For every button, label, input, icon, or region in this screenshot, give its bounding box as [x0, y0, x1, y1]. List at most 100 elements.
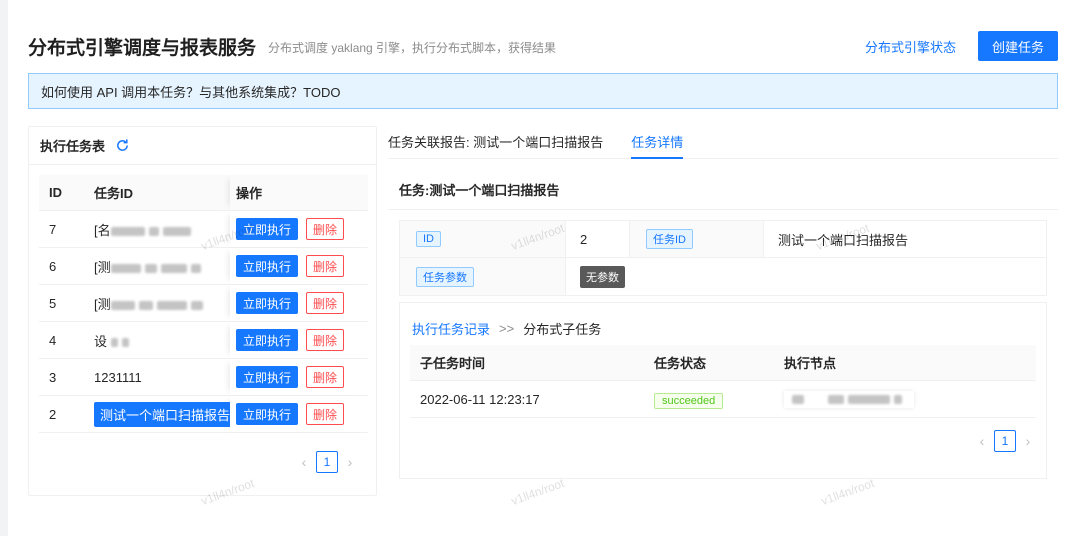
detail-tabs: 任务关联报告: 测试一个端口扫描报告 任务详情	[388, 126, 1058, 159]
redacted-text	[148, 226, 159, 236]
redacted-text	[110, 226, 145, 236]
col-actions: 操作	[230, 175, 368, 210]
redacted-text	[160, 263, 187, 273]
tab-related-report[interactable]: 任务关联报告: 测试一个端口扫描报告	[388, 126, 603, 159]
row-task-id-text: 设	[94, 333, 108, 349]
row-actions: 立即执行 删除	[230, 285, 368, 321]
chevron-left-icon[interactable]: ‹	[974, 433, 990, 449]
row-task-id: 测试一个端口扫描报告	[91, 401, 230, 427]
redacted-text	[110, 263, 141, 273]
params-value-cell: 无参数	[566, 258, 1046, 295]
run-now-button[interactable]: 立即执行	[236, 329, 299, 351]
run-now-button[interactable]: 立即执行	[236, 403, 299, 425]
breadcrumb-separator: >>	[499, 321, 515, 336]
delete-button[interactable]: 删除	[306, 366, 345, 388]
task-table-card: 执行任务表 ID 任务ID 操作 7 [名 立即执行 删除 6 [测 立即执行 删除…	[28, 126, 377, 496]
row-task-id: [测	[91, 294, 230, 313]
chevron-right-icon[interactable]: ›	[1020, 433, 1036, 449]
subtask-table: 子任务时间 任务状态 执行节点 2022-06-11 12:23:17 succ…	[410, 345, 1036, 418]
redacted-text	[190, 300, 203, 310]
task-detail-card: 任务:测试一个端口扫描报告 ID 2 任务ID 测试一个端口扫描报告 任务参数 …	[388, 170, 1058, 492]
subtask-table-head: 子任务时间 任务状态 执行节点	[410, 345, 1036, 381]
task-table-header: 执行任务表	[29, 127, 376, 165]
id-label-cell: ID	[400, 221, 566, 257]
delete-button[interactable]: 删除	[306, 218, 345, 240]
row-id: 3	[49, 369, 57, 385]
row-id: 2	[49, 406, 57, 422]
chevron-left-icon[interactable]: ‹	[296, 454, 312, 470]
row-task-id-text: [测	[94, 296, 111, 312]
breadcrumb-task-records[interactable]: 执行任务记录	[412, 319, 490, 338]
params-value-tag: 无参数	[580, 265, 625, 288]
reload-icon[interactable]	[115, 138, 130, 153]
left-edge-strip	[0, 0, 8, 536]
chevron-right-icon[interactable]: ›	[342, 454, 358, 470]
subtask-time: 2022-06-11 12:23:17	[420, 391, 540, 407]
delete-button[interactable]: 删除	[306, 329, 345, 351]
page-number[interactable]: 1	[316, 451, 338, 473]
row-task-id-text: [名	[94, 222, 111, 238]
delete-button[interactable]: 删除	[306, 403, 345, 425]
row-id: 7	[49, 221, 57, 237]
id-value: 2	[566, 221, 630, 257]
redacted-text	[110, 337, 118, 347]
row-task-id: [名	[91, 220, 230, 239]
row-id: 5	[49, 295, 57, 311]
page-title: 分布式引擎调度与报表服务	[28, 37, 257, 59]
col-exec-node: 执行节点	[784, 356, 837, 371]
desc-row: ID 2 任务ID 测试一个端口扫描报告	[400, 221, 1046, 258]
row-actions: 立即执行 删除	[230, 248, 368, 284]
subtask-pagination: ‹ 1 ›	[974, 430, 1036, 452]
page-header: 分布式引擎调度与报表服务 分布式调度 yaklang 引擎，执行分布式脚本，获得…	[28, 30, 1058, 62]
task-table-head: ID 任务ID 操作	[39, 175, 368, 211]
breadcrumb: 执行任务记录 >> 分布式子任务	[412, 319, 601, 338]
breadcrumb-current: 分布式子任务	[523, 322, 602, 337]
table-row: 5 [测 立即执行 删除	[39, 285, 368, 322]
row-task-id: 设	[91, 331, 230, 350]
table-row: 2 测试一个端口扫描报告 立即执行 删除	[39, 396, 368, 433]
col-subtask-time: 子任务时间	[420, 356, 486, 371]
redacted-text	[144, 263, 157, 273]
task-id-value: 测试一个端口扫描报告	[778, 232, 909, 248]
create-task-button[interactable]: 创建任务	[978, 31, 1058, 61]
redacted-text	[792, 394, 804, 404]
page-number[interactable]: 1	[994, 430, 1016, 452]
subtask-status-cell: succeeded	[642, 392, 776, 409]
desc-row: 任务参数 无参数	[400, 258, 1046, 295]
run-now-button[interactable]: 立即执行	[236, 366, 299, 388]
status-badge: succeeded	[654, 392, 724, 409]
banner-text: 如何使用 API 调用本任务？与其他系统集成？TODO	[41, 84, 341, 100]
redacted-text	[121, 337, 129, 347]
params-label-cell: 任务参数	[400, 258, 566, 295]
selected-task-id[interactable]: 测试一个端口扫描报告	[94, 401, 230, 427]
col-task-status: 任务状态	[654, 356, 707, 371]
task-detail-heading: 任务:测试一个端口扫描报告	[388, 170, 1058, 210]
task-id-label-cell: 任务ID	[630, 221, 764, 257]
redacted-text	[138, 300, 153, 310]
redacted-text	[828, 394, 844, 404]
row-task-id-text: 1231111	[94, 369, 142, 385]
delete-button[interactable]: 删除	[306, 292, 345, 314]
header-actions: 分布式引擎状态 创建任务	[865, 31, 1058, 61]
redacted-text	[162, 226, 191, 236]
task-descriptions: ID 2 任务ID 测试一个端口扫描报告 任务参数 无参数	[399, 220, 1047, 296]
col-task-id: 任务ID	[94, 186, 134, 201]
exec-node	[784, 391, 914, 408]
tab-task-detail[interactable]: 任务详情	[631, 126, 684, 159]
redacted-text	[894, 394, 902, 404]
redacted-text	[156, 300, 187, 310]
row-id: 6	[49, 258, 57, 274]
run-now-button[interactable]: 立即执行	[236, 255, 299, 277]
row-actions: 立即执行 删除	[230, 211, 368, 247]
run-now-button[interactable]: 立即执行	[236, 292, 299, 314]
run-now-button[interactable]: 立即执行	[236, 218, 299, 240]
delete-button[interactable]: 删除	[306, 255, 345, 277]
task-table-title: 执行任务表	[40, 139, 106, 154]
row-actions: 立即执行 删除	[230, 396, 368, 432]
engine-status-link[interactable]: 分布式引擎状态	[865, 37, 956, 56]
subtask-card: 执行任务记录 >> 分布式子任务 子任务时间 任务状态 执行节点 2022-06…	[399, 302, 1047, 479]
redacted-text	[848, 394, 890, 404]
col-id: ID	[49, 185, 62, 200]
task-id-label-tag: 任务ID	[646, 229, 693, 249]
redacted-text	[190, 263, 201, 273]
